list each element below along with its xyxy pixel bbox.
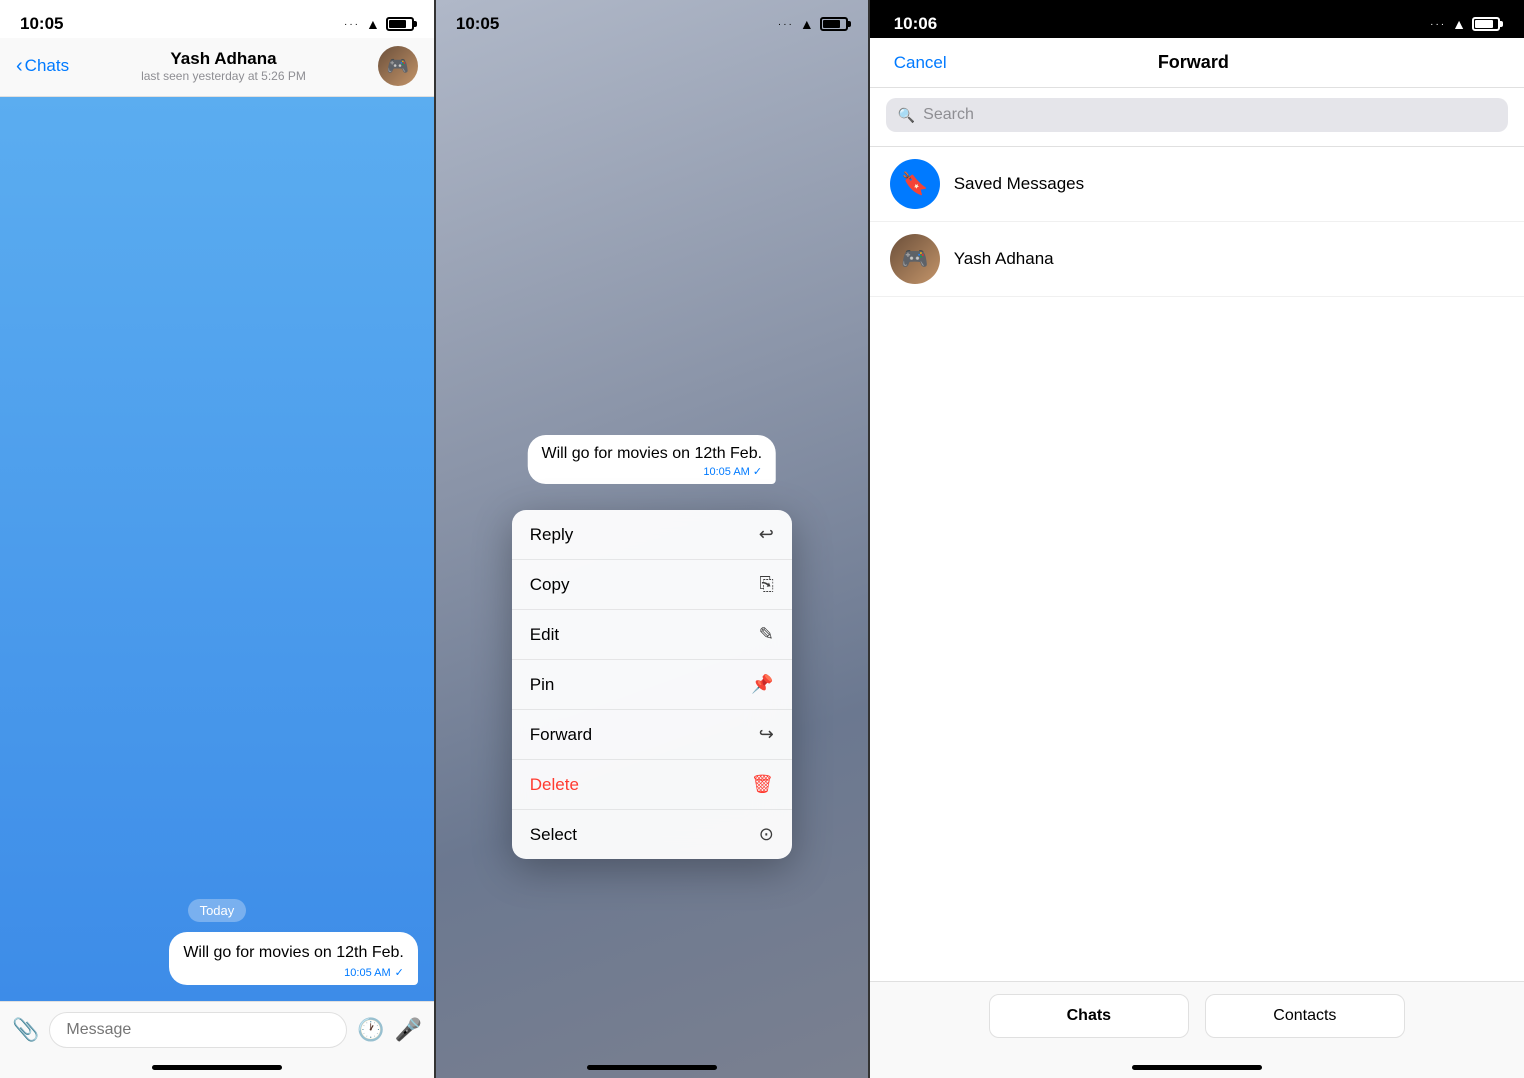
battery-fill [389,20,407,28]
context-message-meta: 10:05 AM ✓ [542,465,763,478]
search-bar-container: 🔍 Search [870,88,1524,147]
status-icons-2: ··· ▲ [778,16,848,32]
forward-label: Forward [530,725,592,745]
pin-icon: 📌 [751,674,773,695]
back-arrow-icon: ‹ [16,55,23,78]
chat-panel: 10:05 ··· ▲ ‹ Chats Yash Adhana last see… [0,0,434,1078]
reply-icon: ↩ [759,524,774,545]
message-input[interactable] [49,1012,347,1048]
home-indicator-2 [587,1065,717,1070]
search-bar[interactable]: 🔍 Search [886,98,1508,132]
wifi-icon-2: ▲ [800,16,814,32]
context-message-time: 10:05 AM [703,466,749,478]
context-menu-item-delete[interactable]: Delete 🗑 [512,760,792,810]
forward-contact-list: 🔖 Saved Messages 🎮 Yash Adhana [870,147,1524,981]
select-icon: ⊙ [759,824,774,845]
context-menu-item-forward[interactable]: Forward ↪ [512,710,792,760]
home-indicator-3 [1132,1065,1262,1070]
copy-label: Copy [530,575,570,595]
message-time: 10:05 AM [344,967,390,979]
tab-contacts[interactable]: Contacts [1205,994,1405,1038]
saved-messages-icon: 🔖 [901,171,928,197]
message-bubble[interactable]: Will go for movies on 12th Feb. 10:05 AM… [169,932,418,985]
context-message-bubble: Will go for movies on 12th Feb. 10:05 AM… [528,435,777,484]
message-text: Will go for movies on 12th Feb. [183,942,404,964]
home-indicator-1 [152,1065,282,1070]
context-menu-item-copy[interactable]: Copy ⎘ [512,560,792,610]
saved-messages-avatar: 🔖 [890,159,940,209]
wifi-icon-3: ▲ [1452,16,1466,32]
status-bar-1: 10:05 ··· ▲ [0,0,434,38]
forward-item-saved-messages[interactable]: 🔖 Saved Messages [870,147,1524,222]
copy-icon: ⎘ [759,574,773,595]
tab-chats[interactable]: Chats [989,994,1189,1038]
sticker-icon[interactable]: 🕐 [357,1017,384,1043]
status-bar-3: 10:06 ··· ▲ [870,0,1524,38]
battery-fill-3 [1475,20,1493,28]
avatar-image: 🎮 [378,46,418,86]
read-tick-icon: ✓ [395,966,404,979]
battery-icon-3 [1472,17,1500,31]
saved-messages-name: Saved Messages [954,174,1084,194]
forward-icon: ↪ [759,724,774,745]
context-message-text: Will go for movies on 12th Feb. [542,445,763,463]
search-icon: 🔍 [898,107,915,124]
context-panel: 10:05 ··· ▲ Will go for movies on 12th F… [436,0,868,1078]
date-label: Today [188,899,247,922]
edit-icon: ✎ [759,624,774,645]
search-placeholder: Search [923,106,974,124]
chat-messages: Today Will go for movies on 12th Feb. 10… [0,97,434,1001]
context-read-tick: ✓ [753,465,762,478]
wifi-icon: ▲ [366,16,380,32]
status-icons-3: ··· ▲ [1430,16,1500,32]
delete-icon: 🗑 [751,774,774,795]
yash-name: Yash Adhana [954,249,1054,269]
yash-avatar: 🎮 [890,234,940,284]
battery-fill-2 [823,20,841,28]
status-bar-2: 10:05 ··· ▲ [436,0,868,38]
edit-label: Edit [530,625,559,645]
forward-title: Forward [1158,52,1229,73]
signal-icon-2: ··· [778,19,794,30]
forward-panel: 10:06 ··· ▲ Cancel Forward 🔍 Search 🔖 Sa… [870,0,1524,1078]
context-menu-item-pin[interactable]: Pin 📌 [512,660,792,710]
signal-icon: ··· [344,19,360,30]
forward-item-yash[interactable]: 🎮 Yash Adhana [870,222,1524,297]
back-button[interactable]: ‹ Chats [16,55,69,78]
contact-status: last seen yesterday at 5:26 PM [77,69,370,83]
signal-icon-3: ··· [1430,19,1446,30]
battery-icon [386,17,414,31]
message-meta: 10:05 AM ✓ [183,966,404,979]
chat-header: ‹ Chats Yash Adhana last seen yesterday … [0,38,434,97]
status-icons-1: ··· ▲ [344,16,414,32]
forward-tabs: Chats Contacts [870,981,1524,1078]
context-menu: Reply ↩ Copy ⎘ Edit ✎ Pin 📌 Forward ↪ De… [512,510,792,859]
pin-label: Pin [530,675,555,695]
forward-header: Cancel Forward [870,38,1524,88]
voice-icon[interactable]: 🎤 [394,1017,421,1043]
back-label: Chats [25,56,69,76]
context-menu-item-select[interactable]: Select ⊙ [512,810,792,859]
reply-label: Reply [530,525,573,545]
attach-icon[interactable]: 📎 [12,1017,39,1043]
battery-icon-2 [820,17,848,31]
context-menu-item-reply[interactable]: Reply ↩ [512,510,792,560]
status-time-3: 10:06 [894,14,937,34]
select-label: Select [530,825,577,845]
date-badge: Today [16,902,418,920]
avatar[interactable]: 🎮 [378,46,418,86]
yash-avatar-icon: 🎮 [901,246,928,272]
context-menu-item-edit[interactable]: Edit ✎ [512,610,792,660]
header-info: Yash Adhana last seen yesterday at 5:26 … [77,49,370,83]
cancel-button[interactable]: Cancel [894,53,947,73]
status-time-1: 10:05 [20,14,63,34]
status-time-2: 10:05 [456,14,499,34]
delete-label: Delete [530,775,579,795]
contact-name: Yash Adhana [77,49,370,69]
